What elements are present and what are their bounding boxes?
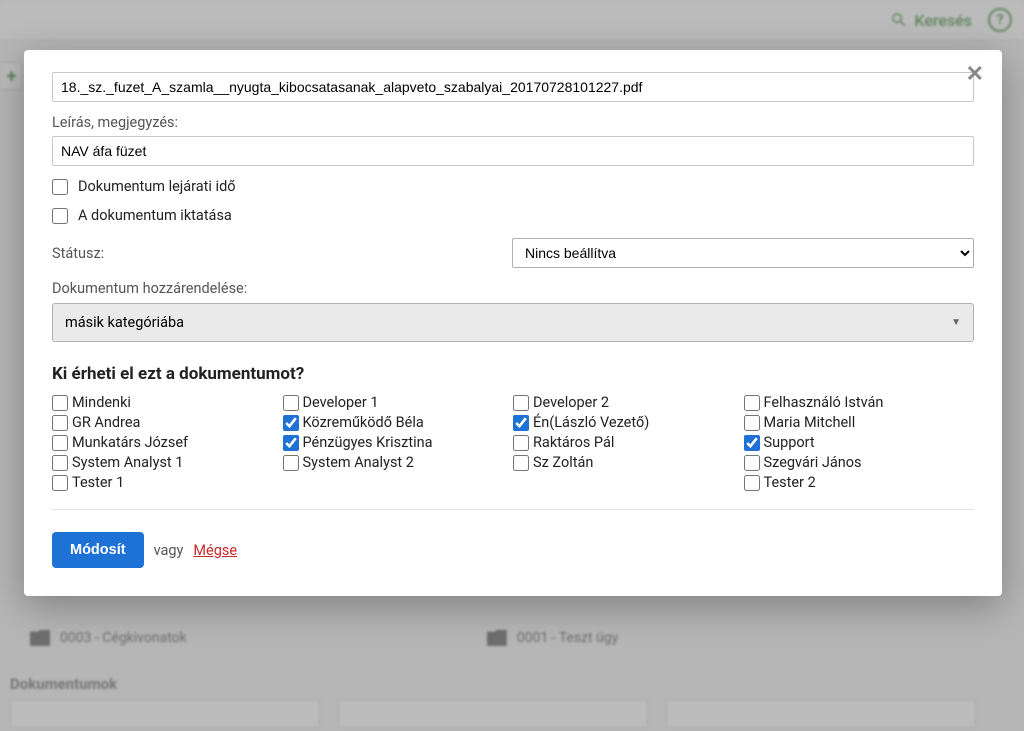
access-user-label: Felhasználó István xyxy=(764,394,884,411)
assign-label: Dokumentum hozzárendelése: xyxy=(52,280,974,297)
access-user-checkbox[interactable] xyxy=(52,395,68,411)
access-user-item[interactable]: Developer 1 xyxy=(283,394,514,411)
access-user-item[interactable]: Mindenki xyxy=(52,394,283,411)
assign-category-select[interactable]: másik kategóriába ▼ xyxy=(52,303,974,342)
status-label: Státusz: xyxy=(52,245,492,262)
filename-input[interactable] xyxy=(52,72,974,102)
access-heading: Ki érheti el ezt a dokumentumot? xyxy=(52,364,974,384)
chevron-down-icon: ▼ xyxy=(951,317,961,328)
close-icon[interactable]: ✕ xyxy=(966,62,984,87)
access-user-item[interactable]: Én(László Vezető) xyxy=(513,414,744,431)
register-checkbox-label: A dokumentum iktatása xyxy=(78,207,232,224)
access-user-item[interactable]: Sz Zoltán xyxy=(513,454,744,471)
description-input[interactable] xyxy=(52,136,974,166)
expiry-checkbox-label: Dokumentum lejárati idő xyxy=(78,178,236,195)
submit-button[interactable]: Módosít xyxy=(52,532,144,568)
register-checkbox-row[interactable]: A dokumentum iktatása xyxy=(52,207,974,224)
access-user-checkbox[interactable] xyxy=(52,415,68,431)
access-user-label: Developer 2 xyxy=(533,394,609,411)
access-user-label: Pénzügyes Krisztina xyxy=(303,434,433,451)
access-user-label: System Analyst 2 xyxy=(303,454,414,471)
expiry-checkbox[interactable] xyxy=(52,179,68,195)
access-user-checkbox[interactable] xyxy=(744,475,760,491)
access-user-label: Tester 2 xyxy=(764,474,816,491)
access-user-checkbox[interactable] xyxy=(52,455,68,471)
description-label: Leírás, megjegyzés: xyxy=(52,114,974,131)
access-user-label: Maria Mitchell xyxy=(764,414,856,431)
register-checkbox[interactable] xyxy=(52,208,68,224)
access-user-checkbox[interactable] xyxy=(744,435,760,451)
access-user-item[interactable]: System Analyst 1 xyxy=(52,454,283,471)
access-user-item[interactable]: Support xyxy=(744,434,975,451)
access-user-label: Raktáros Pál xyxy=(533,434,614,451)
access-user-item[interactable]: Developer 2 xyxy=(513,394,744,411)
access-user-label: Mindenki xyxy=(72,394,131,411)
access-user-item[interactable]: Felhasználó István xyxy=(744,394,975,411)
access-user-label: Support xyxy=(764,434,815,451)
access-user-item[interactable]: System Analyst 2 xyxy=(283,454,514,471)
access-user-checkbox[interactable] xyxy=(744,455,760,471)
expiry-checkbox-row[interactable]: Dokumentum lejárati idő xyxy=(52,178,974,195)
access-user-checkbox[interactable] xyxy=(513,455,529,471)
access-user-checkbox[interactable] xyxy=(283,435,299,451)
access-user-item[interactable]: Tester 1 xyxy=(52,474,283,491)
access-user-label: Developer 1 xyxy=(303,394,379,411)
access-user-checkbox[interactable] xyxy=(513,435,529,451)
access-user-item[interactable]: Raktáros Pál xyxy=(513,434,744,451)
access-user-label: System Analyst 1 xyxy=(72,454,183,471)
access-user-item[interactable]: Tester 2 xyxy=(744,474,975,491)
access-user-label: Én(László Vezető) xyxy=(533,414,649,431)
access-user-item[interactable]: GR Andrea xyxy=(52,414,283,431)
access-user-item[interactable]: Munkatárs József xyxy=(52,434,283,451)
access-user-item[interactable]: Közreműködő Béla xyxy=(283,414,514,431)
access-user-checkbox[interactable] xyxy=(52,435,68,451)
status-select[interactable]: Nincs beállítva xyxy=(512,238,974,268)
access-user-item[interactable]: Maria Mitchell xyxy=(744,414,975,431)
access-user-checkbox[interactable] xyxy=(283,415,299,431)
edit-document-modal: ✕ Leírás, megjegyzés: Dokumentum lejárat… xyxy=(24,50,1002,596)
assign-value: másik kategóriába xyxy=(65,314,184,331)
access-users-grid: Mindenki GR Andrea Munkatárs József System … xyxy=(52,394,974,510)
access-user-checkbox[interactable] xyxy=(283,395,299,411)
access-user-checkbox[interactable] xyxy=(744,415,760,431)
access-user-checkbox[interactable] xyxy=(513,395,529,411)
access-user-checkbox[interactable] xyxy=(283,455,299,471)
access-user-label: GR Andrea xyxy=(72,414,140,431)
access-user-label: Közreműködő Béla xyxy=(303,414,424,431)
cancel-link[interactable]: Mégse xyxy=(193,542,237,559)
access-user-checkbox[interactable] xyxy=(513,415,529,431)
access-user-checkbox[interactable] xyxy=(744,395,760,411)
access-user-item[interactable]: Szegvári János xyxy=(744,454,975,471)
access-user-checkbox[interactable] xyxy=(52,475,68,491)
access-user-label: Tester 1 xyxy=(72,474,124,491)
or-text: vagy xyxy=(154,542,184,559)
access-user-label: Sz Zoltán xyxy=(533,454,593,471)
access-user-item[interactable]: Pénzügyes Krisztina xyxy=(283,434,514,451)
access-user-label: Szegvári János xyxy=(764,454,862,471)
access-user-label: Munkatárs József xyxy=(72,434,188,451)
